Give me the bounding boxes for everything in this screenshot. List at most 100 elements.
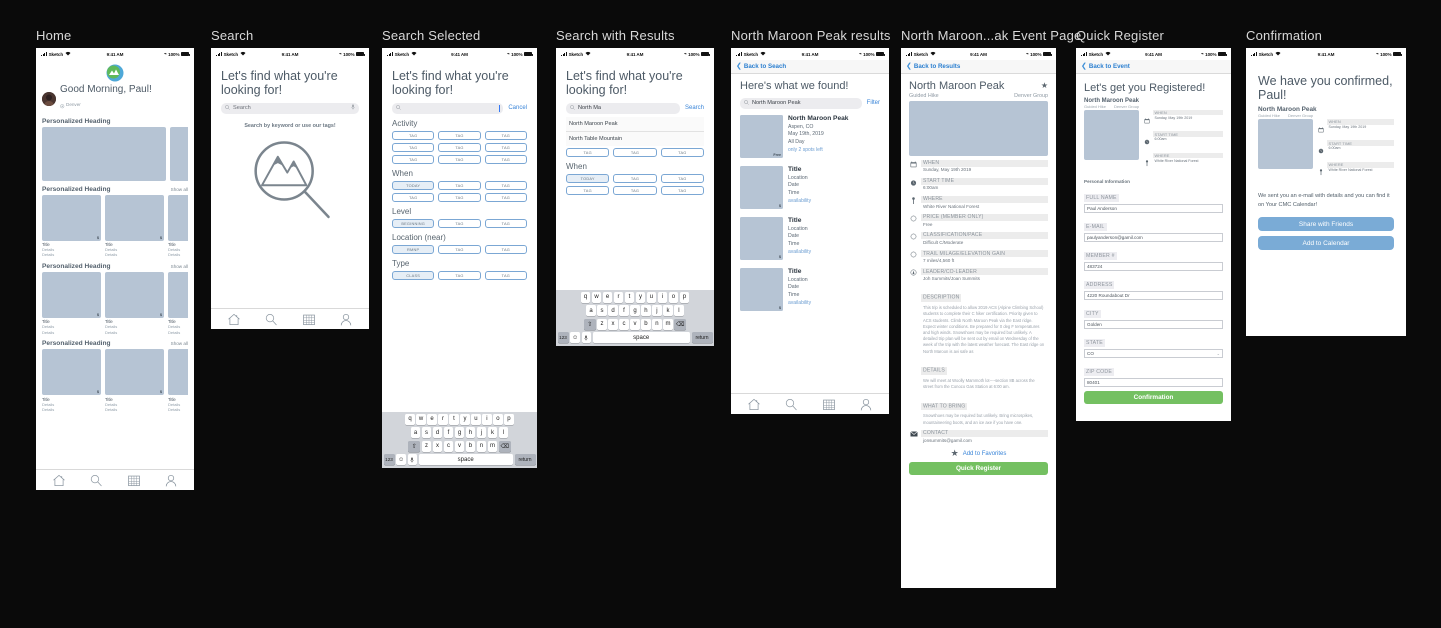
calendar-icon[interactable] (822, 398, 836, 411)
tag-chip[interactable]: TAG (438, 218, 481, 228)
key[interactable]: g (630, 305, 640, 316)
key[interactable]: m (663, 318, 673, 330)
key[interactable]: v (454, 440, 465, 452)
tag-chip[interactable]: TAG (566, 185, 610, 195)
add-to-calendar-button[interactable]: Add to Calendar (1258, 236, 1394, 251)
key[interactable]: q (580, 291, 591, 303)
list-item[interactable]: $ Title Details Details (42, 271, 101, 335)
hero-card[interactable] (42, 126, 166, 181)
tag-chip[interactable]: TAG (392, 192, 435, 202)
emoji-key[interactable]: ☺ (396, 454, 407, 465)
tag-chip[interactable]: TAG (660, 185, 704, 195)
list-item[interactable]: $ Title Details Details (42, 349, 101, 412)
key[interactable]: j (652, 305, 662, 316)
keyboard-row-3[interactable]: ⇧ z x c v b n m ⌫ (384, 440, 536, 452)
calendar-icon[interactable] (127, 474, 141, 487)
avatar[interactable] (42, 91, 56, 106)
home-content[interactable]: Good Morning, Paul! Denver Personalized … (36, 60, 194, 469)
back-chevron-icon[interactable]: ❮ (906, 63, 912, 70)
event-page-content[interactable]: North Maroon Peak ★ Guided Hike Denver G… (901, 74, 1056, 588)
keyboard-row-4[interactable]: 123 ☺ space return (557, 332, 713, 343)
facet-tags-when[interactable]: TODAY TAG TAG TAG TAG TAG (566, 173, 704, 195)
back-button[interactable]: Back to Seach (744, 63, 786, 70)
facet-tags-when[interactable]: TODAY TAG TAG TAG TAG TAG (392, 180, 527, 202)
keyboard-row-2[interactable]: a s d f g h j k l (384, 427, 536, 438)
full-name-field[interactable]: Paul Anderson (1084, 204, 1223, 213)
search-suggestions[interactable]: North Maroon Peak North Table Mountain (566, 116, 704, 146)
mic-key[interactable] (407, 454, 417, 465)
key[interactable]: z (597, 318, 607, 330)
tag-chip[interactable]: TAG (484, 244, 527, 254)
keyboard-row-3[interactable]: ⇧ z x c v b n m ⌫ (558, 318, 713, 330)
tag-chip[interactable]: TAG (484, 130, 527, 140)
results-list[interactable]: Free North Maroon Peak Aspen, CO May 19t… (740, 111, 880, 315)
nav-bar[interactable]: ❮ Back to Seach (731, 60, 889, 74)
suggestion-item[interactable]: North Maroon Peak (566, 117, 704, 132)
tag-chip[interactable]: TAG (613, 147, 657, 157)
peak-results-content[interactable]: Here's what we found! North Maroon Peak … (731, 74, 889, 393)
key[interactable]: e (602, 291, 613, 303)
cancel-button[interactable]: Cancel (508, 105, 527, 111)
keyboard-row-1[interactable]: q w e r t y u i o p (384, 413, 536, 425)
contact-value[interactable]: jonsummits@gamil.com (921, 437, 1048, 444)
key[interactable]: e (427, 413, 437, 425)
zip-code-field[interactable]: 80401 (1084, 378, 1223, 387)
favorite-star-icon[interactable]: ★ (1041, 82, 1048, 90)
tag-chip[interactable]: TAG (484, 270, 527, 280)
tag-chip[interactable]: TAG (438, 142, 481, 152)
tag-chip[interactable]: TAG (566, 147, 610, 157)
key[interactable]: x (608, 318, 618, 330)
key[interactable]: q (405, 413, 415, 425)
add-to-favorites-button[interactable]: ★ Add to Favorites (909, 449, 1048, 458)
quick-register-content[interactable]: Let's get you Registered! North Maroon P… (1076, 74, 1231, 421)
tag-chip[interactable]: TAG (438, 180, 481, 190)
calendar-icon[interactable] (302, 313, 316, 326)
tag-chip[interactable]: TAG (438, 244, 481, 254)
back-button[interactable]: Back to Event (1089, 63, 1130, 70)
key[interactable]: n (652, 318, 662, 330)
confirmation-button[interactable]: Confirmation (1084, 390, 1223, 404)
card-carousel[interactable]: $ Title Details Details $ Title Details … (42, 271, 188, 335)
suggestion-item[interactable]: North Table Mountain (566, 132, 704, 146)
shift-key[interactable]: ⇧ (583, 318, 596, 330)
keyboard-row-1[interactable]: q w e r t y u i o p (558, 291, 713, 303)
numeric-key[interactable]: 123 (383, 454, 395, 465)
key[interactable]: y (635, 291, 646, 303)
tag-chip[interactable]: TAG (392, 154, 435, 164)
emoji-key[interactable]: ☺ (570, 332, 581, 343)
tag-chip[interactable]: TAG (660, 173, 704, 183)
key[interactable]: l (674, 305, 684, 316)
back-chevron-icon[interactable]: ❮ (1081, 63, 1087, 70)
facet-tags-partial[interactable]: TAG TAG TAG (566, 147, 704, 157)
key[interactable]: k (663, 305, 673, 316)
key[interactable]: t (624, 291, 635, 303)
tag-chip[interactable]: TAG (438, 270, 481, 280)
state-select[interactable]: CO ⌄ (1084, 349, 1223, 358)
key[interactable]: v (630, 318, 640, 330)
tag-chip[interactable]: TAG (613, 185, 657, 195)
key[interactable]: y (460, 413, 470, 425)
table-row[interactable]: $ Title Location Date Time availability (740, 213, 880, 264)
facet-tags-type[interactable]: CLASS TAG TAG (392, 270, 527, 280)
search-button[interactable]: Search (685, 105, 704, 111)
backspace-key[interactable]: ⌫ (674, 318, 687, 330)
tag-chip[interactable]: TAG (484, 154, 527, 164)
key[interactable]: f (443, 427, 454, 438)
search-input[interactable]: North Ma (566, 102, 680, 114)
key[interactable]: z (421, 440, 432, 452)
home-icon[interactable] (227, 313, 241, 326)
facet-tags-activity[interactable]: TAG TAG TAG TAG TAG TAG TAG TAG TAG (392, 130, 527, 164)
key[interactable]: s (597, 305, 607, 316)
tag-chip[interactable]: TAG (438, 130, 481, 140)
nav-bar[interactable]: ❮ Back to Results (901, 60, 1056, 74)
tag-chip[interactable]: TAG (392, 142, 435, 152)
add-to-favorites-label[interactable]: Add to Favorites (963, 451, 1007, 457)
key[interactable]: x (432, 440, 443, 452)
home-icon[interactable] (52, 474, 66, 487)
profile-icon[interactable] (339, 313, 353, 326)
profile-icon[interactable] (859, 398, 873, 411)
city-field[interactable]: Golden (1084, 320, 1223, 329)
table-row[interactable]: $ Title Location Date Time availability (740, 162, 880, 213)
return-key[interactable]: return (691, 332, 713, 343)
table-row[interactable]: $ Title Location Date Time availability (740, 264, 880, 315)
